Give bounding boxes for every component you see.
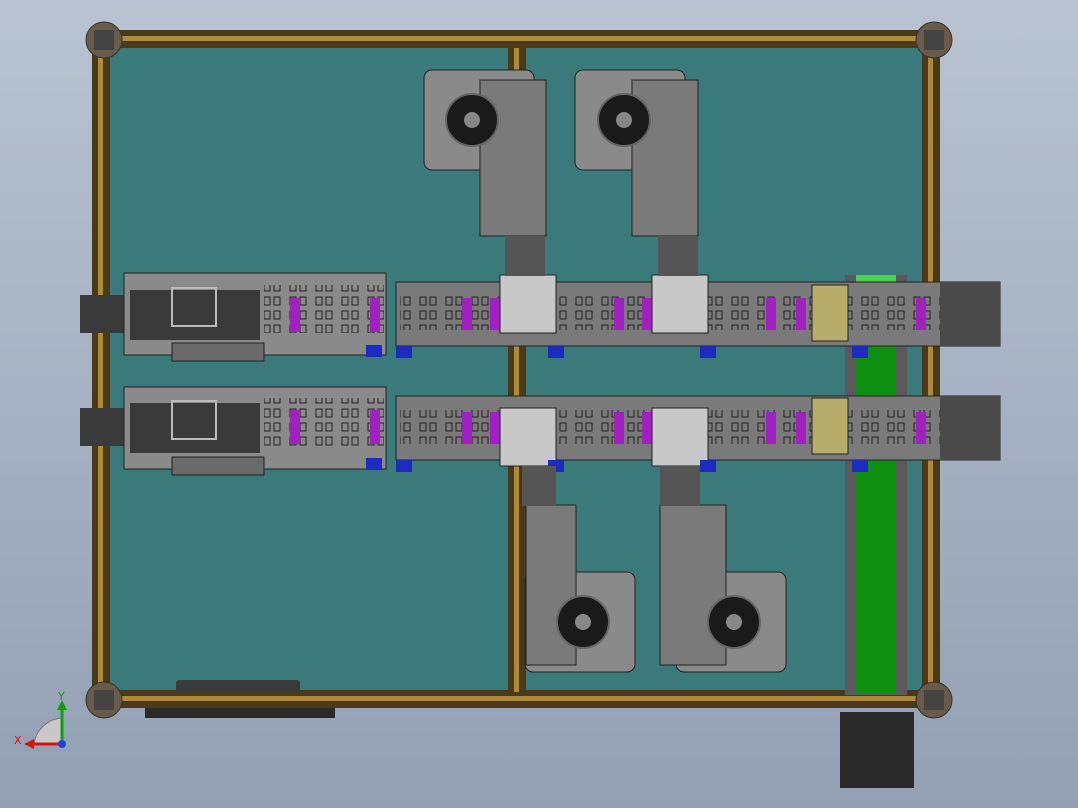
linear-module-top (395, 274, 1001, 358)
side-conveyor (840, 275, 914, 788)
feeder-unit-top (80, 272, 387, 362)
feeder-unit-bottom (80, 386, 387, 476)
x-axis-label: X (14, 734, 22, 747)
y-axis-label: Y (57, 690, 65, 703)
cad-assembly-view: Y X (14, 21, 1001, 788)
coordinate-triad: Y X (14, 690, 67, 749)
